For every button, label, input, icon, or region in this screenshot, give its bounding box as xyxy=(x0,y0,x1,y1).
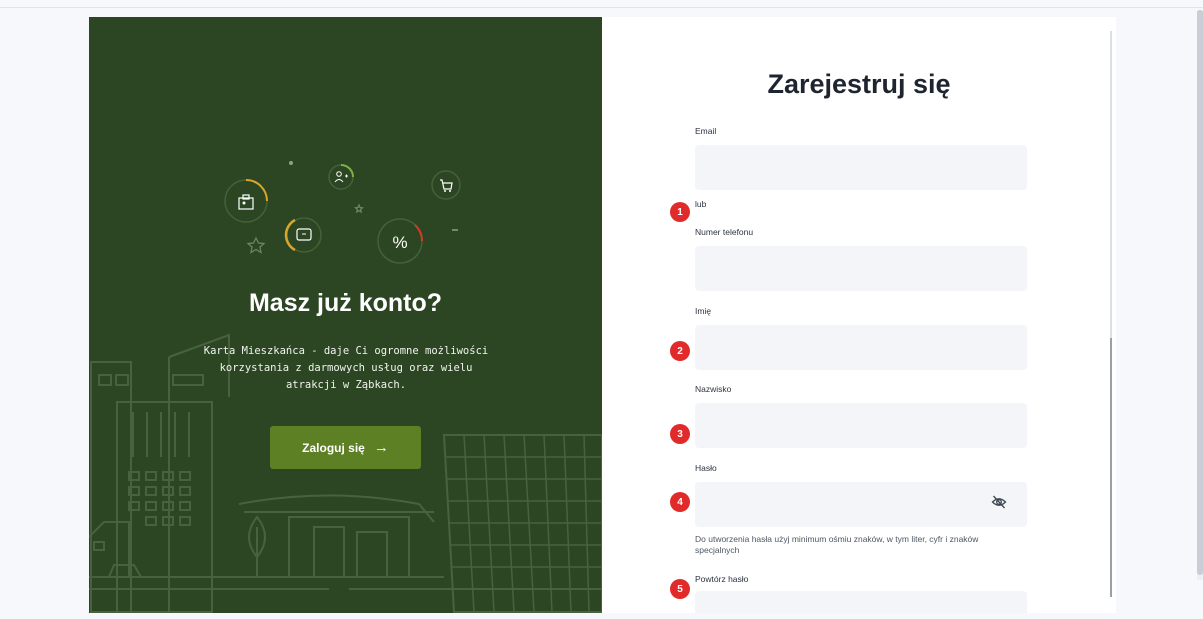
arrow-right-icon: → xyxy=(373,439,389,456)
login-promo-title: Masz już konto? xyxy=(248,289,443,317)
first-name-label: Imię xyxy=(695,306,712,316)
page-scrollbar-thumb[interactable] xyxy=(1197,10,1203,575)
page-scrollbar[interactable] xyxy=(1197,10,1203,580)
ticket-icon xyxy=(284,217,322,253)
last-name-label: Nazwisko xyxy=(695,384,732,394)
password-field[interactable] xyxy=(695,482,1027,527)
svg-text:%: % xyxy=(392,233,407,252)
or-separator: lub xyxy=(695,199,707,209)
repeat-password-field[interactable] xyxy=(695,591,1027,613)
annotation-marker-2: 2 xyxy=(670,341,690,361)
last-name-field[interactable] xyxy=(695,403,1027,448)
form-scrollbar-thumb[interactable] xyxy=(1110,338,1112,597)
phone-label: Numer telefonu xyxy=(695,227,754,237)
eye-off-icon[interactable] xyxy=(991,494,1007,510)
first-name-field[interactable] xyxy=(695,325,1027,370)
repeat-password-label: Powtórz hasło xyxy=(695,574,749,584)
login-promo-panel: % Masz już konto? Karta Mieszkańca - daj… xyxy=(89,17,602,613)
login-promo-description: Karta Mieszkańca - daje Ci ogromne możli… xyxy=(203,345,489,391)
form-title: Zarejestruj się xyxy=(767,69,951,99)
form-scrollbar[interactable] xyxy=(1110,31,1112,597)
annotation-marker-3: 3 xyxy=(670,424,690,444)
login-button[interactable]: Zaloguj się → xyxy=(270,426,421,469)
password-hint: Do utworzenia hasła użyj minimum ośmiu z… xyxy=(695,534,979,555)
annotation-marker-4: 4 xyxy=(670,492,690,512)
annotation-marker-1: 1 xyxy=(670,202,690,222)
percent-icon: % xyxy=(377,218,423,264)
registration-form-panel: Zarejestruj się Email lub Numer telefonu… xyxy=(602,17,1116,613)
annotation-marker-5: 5 xyxy=(670,579,690,599)
cart-icon xyxy=(431,170,461,200)
add-user-icon xyxy=(328,164,354,190)
email-label: Email xyxy=(695,126,717,136)
phone-field[interactable] xyxy=(695,246,1027,291)
id-card-icon xyxy=(224,179,268,223)
top-border xyxy=(0,7,1203,8)
login-button-label: Zaloguj się xyxy=(302,440,365,455)
password-label: Hasło xyxy=(695,463,717,473)
email-field[interactable] xyxy=(695,145,1027,190)
